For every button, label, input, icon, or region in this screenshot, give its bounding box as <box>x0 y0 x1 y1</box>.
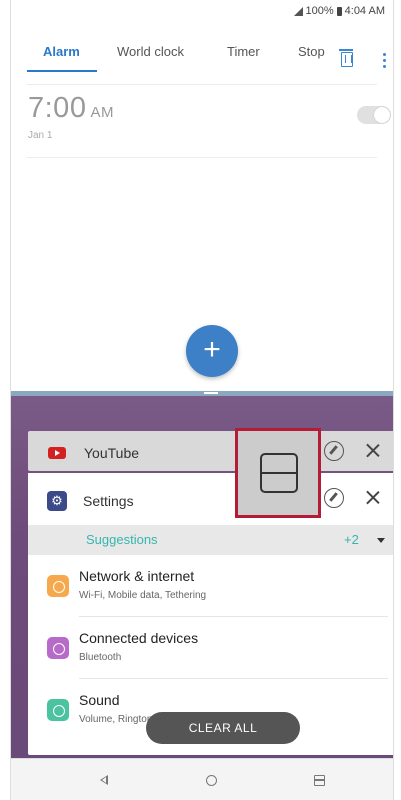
suggestions-count: +2 <box>344 532 359 547</box>
recent-apps-icon[interactable] <box>314 775 325 786</box>
settings-card-header: ⚙ Settings <box>28 473 393 525</box>
battery-percent: 100% <box>305 5 334 17</box>
add-alarm-button[interactable]: + <box>186 325 238 377</box>
status-time: 4:04 AM <box>344 5 385 17</box>
tab-stopwatch[interactable]: Stop <box>298 44 325 59</box>
settings-item-connected-devices[interactable]: Connected devices Bluetooth <box>28 617 393 679</box>
back-icon[interactable] <box>100 775 108 785</box>
signal-icon <box>293 6 303 16</box>
settings-item-subtitle: Wi-Fi, Mobile data, Tethering <box>79 590 207 601</box>
recent-apps-area: YouTube ⚙ Settings Suggestions +2 Networ… <box>11 396 393 758</box>
youtube-pin-icon[interactable] <box>324 441 344 461</box>
suggestions-bar[interactable]: Suggestions +2 <box>28 525 393 555</box>
settings-item-title: Sound <box>79 692 120 708</box>
settings-item-network[interactable]: Network & internet Wi-Fi, Mobile data, T… <box>28 555 393 617</box>
settings-card-title: Settings <box>83 493 134 509</box>
split-screen-icon <box>260 453 298 493</box>
navigation-bar <box>11 758 393 800</box>
clock-app-pane: Alarm World clock Timer Stop 7:00 AM Jan … <box>11 20 393 392</box>
active-tab-indicator <box>27 70 97 72</box>
alarm-time-value: 7:00 <box>28 92 87 124</box>
tab-world-clock[interactable]: World clock <box>117 44 184 59</box>
recent-card-youtube[interactable]: YouTube <box>28 431 393 471</box>
settings-item-title: Connected devices <box>79 630 199 646</box>
battery-icon <box>336 6 342 16</box>
more-options-icon[interactable] <box>383 53 387 69</box>
alarm-date: Jan 1 <box>28 130 53 141</box>
split-screen-button[interactable] <box>235 428 321 518</box>
tabs-divider <box>27 84 377 85</box>
tab-timer[interactable]: Timer <box>227 44 260 59</box>
wifi-icon <box>47 575 69 597</box>
youtube-close-icon[interactable] <box>363 441 383 461</box>
split-handle[interactable] <box>204 392 218 394</box>
suggestions-label: Suggestions <box>86 532 158 547</box>
clear-all-button[interactable]: CLEAR ALL <box>146 712 300 744</box>
chevron-down-icon[interactable] <box>377 538 385 543</box>
youtube-icon <box>48 447 66 459</box>
youtube-card-title: YouTube <box>84 445 140 461</box>
settings-item-subtitle: Bluetooth <box>79 652 122 663</box>
delete-icon[interactable] <box>339 49 353 67</box>
share-icon <box>47 637 69 659</box>
clock-tabs: Alarm World clock Timer Stop <box>11 34 393 74</box>
tab-alarm[interactable]: Alarm <box>43 44 80 59</box>
alarm-ampm: AM <box>90 104 114 121</box>
phone-screen: 100% 4:04 AM Alarm World clock Timer Sto… <box>10 0 394 800</box>
gear-icon: ⚙ <box>47 491 67 511</box>
settings-item-title: Network & internet <box>79 568 195 584</box>
alarm-divider <box>27 157 377 158</box>
alarm-toggle[interactable] <box>357 106 391 124</box>
volume-icon <box>47 699 69 721</box>
alarm-time: 7:00 AM <box>28 92 114 125</box>
settings-pin-icon[interactable] <box>324 488 344 508</box>
home-icon[interactable] <box>206 775 217 786</box>
settings-close-icon[interactable] <box>363 488 383 508</box>
status-bar: 100% 4:04 AM <box>11 0 393 20</box>
